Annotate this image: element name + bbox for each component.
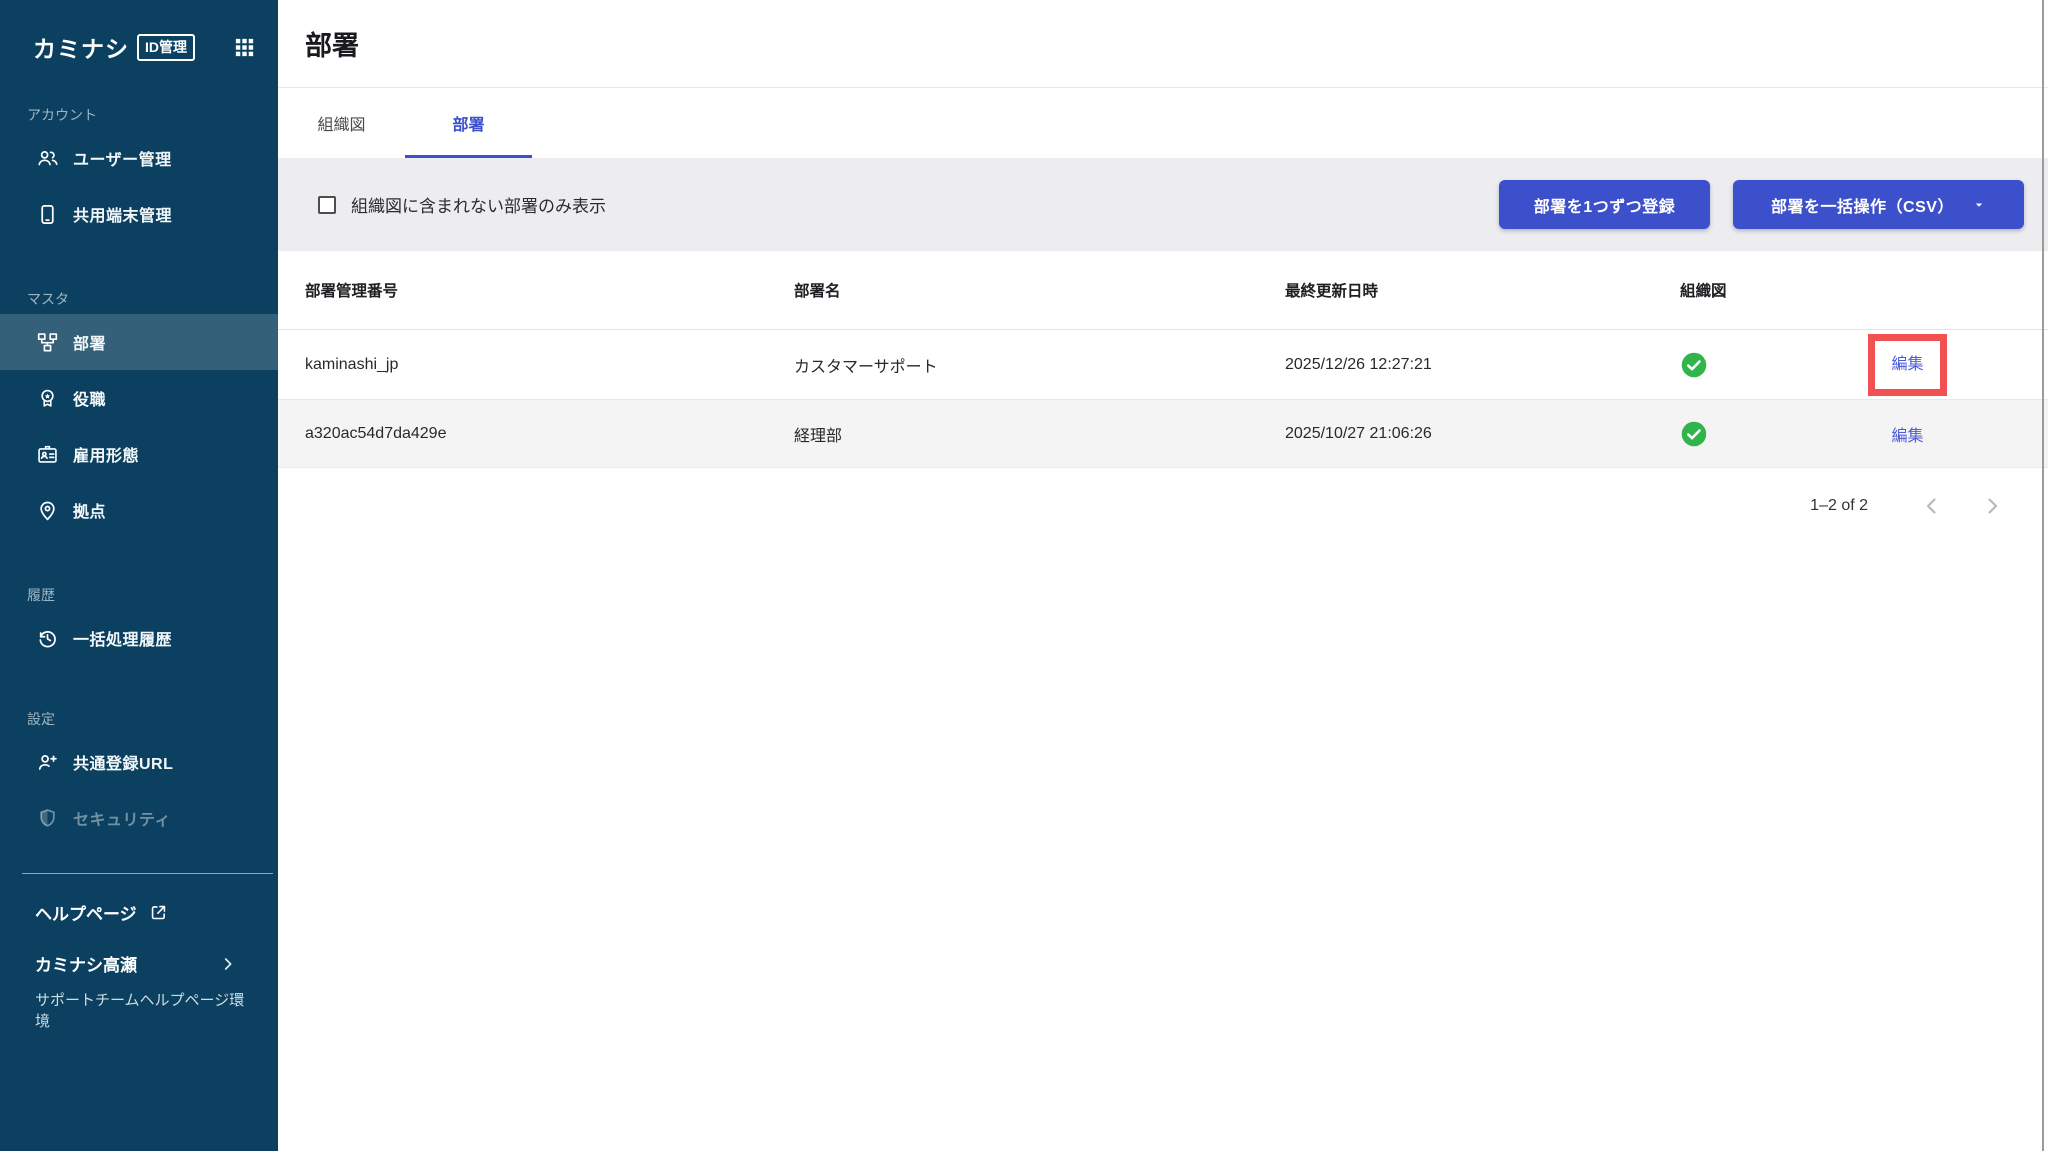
sidebar-item-label: 部署	[73, 336, 107, 353]
action-buttons: 部署を1つずつ登録 部署を一括操作（CSV）	[1499, 180, 2024, 229]
sidebar-item-employment-type[interactable]: 雇用形態	[0, 426, 278, 482]
table-row: a320ac54d7da429e 経理部 2025/10/27 21:06:26…	[278, 400, 2048, 468]
active-tab-indicator	[405, 155, 532, 158]
org-tree-icon	[36, 331, 59, 354]
logo-badge: ID管理	[137, 33, 195, 61]
edit-link[interactable]: 編集	[1891, 356, 1923, 373]
help-page-link[interactable]: ヘルプページ	[0, 900, 278, 925]
logo-text: カミナシ	[33, 36, 129, 62]
sidebar-section-account: アカウント ユーザー管理 共用端末管理	[0, 106, 278, 242]
users-icon	[36, 147, 59, 170]
col-header-department-id: 部署管理番号	[305, 283, 399, 300]
org-filter-label: 組織図に含まれない部署のみ表示	[351, 197, 606, 216]
page-header: 部署	[278, 0, 2048, 88]
tab-departments[interactable]: 部署	[405, 88, 532, 158]
tab-bar: 組織図 部署	[278, 88, 2048, 158]
tab-label: 部署	[452, 117, 485, 134]
history-icon	[36, 627, 59, 650]
sidebar-section-settings: 設定 共通登録URL セキュリティ ライセンス	[0, 710, 278, 864]
sidebar-item-label: 拠点	[73, 504, 107, 521]
edit-link[interactable]: 編集	[1891, 422, 1923, 446]
award-icon	[36, 387, 59, 410]
sidebar-item-label: セキュリティ	[73, 812, 172, 829]
pagination: 1–2 of 2	[278, 494, 2048, 518]
sidebar-item-label: 共通登録URL	[73, 756, 174, 773]
org-chart-cell	[1680, 420, 1800, 448]
sidebar-item-shared-device-management[interactable]: 共用端末管理	[0, 186, 278, 242]
location-pin-icon	[36, 499, 59, 522]
table-row: kaminashi_jp カスタマーサポート 2025/12/26 12:27:…	[278, 330, 2048, 400]
check-circle-icon	[1680, 351, 1708, 379]
check-circle-icon	[1680, 420, 1708, 448]
id-card-icon	[36, 443, 59, 466]
edit-cell: 編集	[1800, 333, 2015, 396]
sidebar-item-label: 一括処理履歴	[73, 632, 173, 649]
section-label: アカウント	[27, 107, 97, 123]
external-link-icon	[149, 903, 168, 922]
sidebar-item-security: セキュリティ	[0, 790, 278, 846]
highlight-box: 編集	[1868, 333, 1947, 396]
main-content: 部署 組織図 部署 組織図に含まれない部署のみ表示 部署を1つずつ登録 部署を一…	[278, 0, 2048, 1151]
caret-down-icon	[1972, 198, 1986, 212]
sidebar-item-positions[interactable]: 役職	[0, 370, 278, 426]
filter-bar: 組織図に含まれない部署のみ表示 部署を1つずつ登録 部署を一括操作（CSV）	[278, 158, 2048, 251]
bulk-button-label: 部署を一括操作（CSV）	[1771, 198, 1954, 216]
sidebar: カミナシ ID管理 アカウント ユーザー管理 共用端末管理 マスタ 部署 役職 …	[0, 0, 278, 1151]
last-updated-cell: 2025/10/27 21:06:26	[1285, 424, 1432, 442]
col-header-department-name: 部署名	[794, 283, 841, 300]
tab-org-chart[interactable]: 組織図	[278, 88, 405, 158]
window-right-border	[2042, 0, 2044, 1151]
pagination-prev-button[interactable]	[1920, 494, 1944, 518]
clipped-item-wrap: ライセンス	[0, 846, 278, 864]
col-header-org-chart: 組織図	[1680, 283, 1727, 300]
last-updated-cell: 2025/12/26 12:27:21	[1285, 355, 1432, 373]
tenant-menu[interactable]: カミナシ高瀬	[0, 951, 278, 976]
section-label: マスタ	[27, 291, 69, 307]
sidebar-item-locations[interactable]: 拠点	[0, 482, 278, 538]
section-label: 設定	[27, 711, 55, 727]
section-label: 履歴	[27, 587, 55, 603]
org-chart-cell	[1680, 351, 1800, 379]
pagination-next-button[interactable]	[1980, 494, 2004, 518]
sidebar-item-departments[interactable]: 部署	[0, 314, 278, 370]
department-id-cell: kaminashi_jp	[305, 355, 399, 373]
logo-row: カミナシ ID管理	[0, 0, 278, 64]
sidebar-item-user-management[interactable]: ユーザー管理	[0, 130, 278, 186]
tenant-name: カミナシ高瀬	[35, 956, 137, 975]
sidebar-item-label: ライセンス	[73, 862, 155, 864]
department-name-cell: カスタマーサポート	[794, 358, 938, 376]
edit-cell: 編集	[1800, 422, 2015, 446]
sidebar-item-license: ライセンス	[0, 846, 278, 864]
register-button-label: 部署を1つずつ登録	[1533, 198, 1676, 216]
col-header-last-updated: 最終更新日時	[1285, 283, 1379, 300]
sidebar-item-label: 役職	[73, 392, 107, 409]
sidebar-item-label: 雇用形態	[73, 448, 140, 465]
license-icon	[36, 863, 59, 865]
help-page-label: ヘルプページ	[35, 905, 137, 924]
sidebar-section-master: マスタ 部署 役職 雇用形態 拠点	[0, 290, 278, 538]
register-department-button[interactable]: 部署を1つずつ登録	[1499, 180, 1710, 229]
department-name-cell: 経理部	[794, 427, 843, 445]
org-filter-checkbox[interactable]	[318, 195, 336, 214]
shield-icon	[36, 807, 59, 830]
bulk-csv-button[interactable]: 部署を一括操作（CSV）	[1733, 180, 2024, 229]
sidebar-item-label: ユーザー管理	[73, 152, 172, 169]
apps-grid-icon[interactable]	[233, 36, 256, 59]
device-icon	[36, 203, 59, 226]
pagination-range: 1–2 of 2	[1810, 497, 1868, 514]
sidebar-item-bulk-history[interactable]: 一括処理履歴	[0, 610, 278, 666]
sidebar-item-common-registration-url[interactable]: 共通登録URL	[0, 734, 278, 790]
app-root: カミナシ ID管理 アカウント ユーザー管理 共用端末管理 マスタ 部署 役職 …	[0, 0, 2048, 1151]
sidebar-item-label: 共用端末管理	[73, 208, 173, 225]
person-add-icon	[36, 751, 59, 774]
table-header-row: 部署管理番号 部署名 最終更新日時 組織図	[278, 251, 2048, 330]
environment-note: サポートチームヘルプページ環境	[35, 992, 245, 1030]
tab-label: 組織図	[317, 117, 366, 134]
departments-table: 部署管理番号 部署名 最終更新日時 組織図 kaminashi_jp カスタマー…	[278, 251, 2048, 468]
department-id-cell: a320ac54d7da429e	[305, 424, 447, 442]
page-title: 部署	[305, 31, 359, 61]
chevron-right-icon	[220, 956, 236, 972]
sidebar-section-history: 履歴 一括処理履歴	[0, 586, 278, 666]
sidebar-footer: ヘルプページ カミナシ高瀬 サポートチームヘルプページ環境	[0, 874, 278, 1032]
